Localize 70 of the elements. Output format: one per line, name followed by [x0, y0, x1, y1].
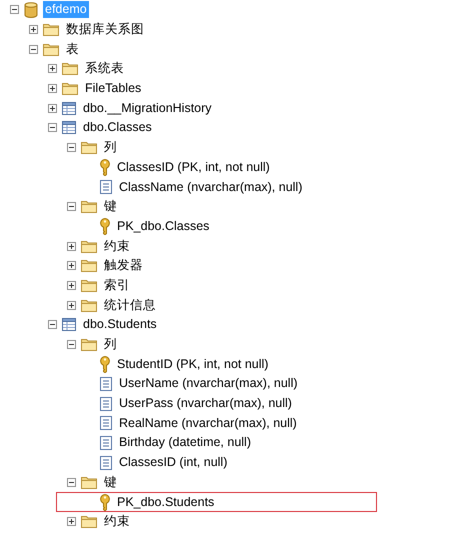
collapse-icon[interactable]	[10, 5, 19, 14]
key-icon	[100, 158, 110, 176]
database-icon	[24, 2, 38, 18]
folder-icon	[81, 278, 97, 292]
key-icon	[100, 494, 110, 511]
tree-item[interactable]: Birthday (datetime, null)	[117, 434, 254, 452]
tree-item[interactable]: StudentID (PK, int, not null)	[115, 356, 270, 373]
tree-item[interactable]: 触发器	[102, 257, 145, 274]
column-icon	[100, 436, 112, 450]
folder-icon	[62, 82, 78, 96]
expand-icon[interactable]	[67, 517, 76, 526]
expand-icon[interactable]	[67, 242, 76, 251]
table-icon	[62, 121, 76, 134]
collapse-icon[interactable]	[67, 202, 76, 212]
collapse-icon[interactable]	[29, 44, 38, 54]
tree-item[interactable]: 数据库关系图	[64, 21, 146, 38]
tree-item[interactable]: UserPass (nvarchar(max), null)	[117, 395, 294, 412]
column-icon	[100, 396, 112, 411]
tree-item[interactable]: 列	[102, 336, 119, 354]
folder-icon	[81, 240, 97, 253]
collapse-icon[interactable]	[67, 143, 76, 152]
expand-icon[interactable]	[48, 104, 57, 113]
folder-icon	[81, 298, 97, 312]
tree-item[interactable]: 键	[102, 474, 119, 491]
tree-item[interactable]: dbo.Classes	[81, 119, 154, 136]
tree-item[interactable]: ClassesID (int, null)	[117, 454, 230, 472]
expand-icon[interactable]	[67, 280, 76, 290]
table-icon	[62, 318, 76, 332]
folder-icon	[43, 23, 59, 36]
tree-item[interactable]: dbo.__MigrationHistory	[81, 100, 214, 117]
column-icon	[100, 180, 112, 194]
tree-item[interactable]: 统计信息	[102, 296, 158, 314]
collapse-icon[interactable]	[48, 123, 57, 132]
tree-item[interactable]: 表	[64, 40, 81, 58]
folder-icon	[43, 42, 59, 56]
folder-icon	[81, 141, 97, 154]
tree-item[interactable]: 系统表	[83, 60, 126, 78]
collapse-icon[interactable]	[67, 340, 76, 350]
tree-item[interactable]: ClassesID (PK, int, not null)	[115, 158, 272, 176]
table-icon	[62, 102, 76, 115]
folder-icon	[81, 200, 97, 214]
tree-item[interactable]: 键	[102, 198, 119, 216]
expand-icon[interactable]	[48, 64, 57, 74]
tree-item[interactable]: 索引	[102, 276, 132, 294]
tree-item[interactable]: ClassName (nvarchar(max), null)	[117, 178, 304, 196]
collapse-icon[interactable]	[67, 478, 76, 487]
key-icon	[100, 356, 110, 373]
tree-item[interactable]: dbo.Students	[81, 316, 159, 334]
folder-icon	[81, 338, 97, 352]
tree-item[interactable]: FileTables	[83, 80, 144, 98]
column-icon	[100, 416, 112, 430]
key-icon	[100, 218, 110, 235]
tree-item[interactable]: 约束	[102, 238, 132, 255]
tree-item[interactable]: 约束	[102, 513, 132, 530]
tree-item[interactable]: 列	[102, 139, 119, 156]
tree-item[interactable]: RealName (nvarchar(max), null)	[117, 414, 299, 432]
folder-icon	[81, 476, 97, 489]
folder-icon	[81, 515, 97, 528]
column-icon	[100, 376, 112, 391]
expand-icon[interactable]	[48, 84, 57, 94]
folder-icon	[62, 62, 78, 76]
expand-icon[interactable]	[29, 25, 38, 34]
tree-item[interactable]: UserName (nvarchar(max), null)	[117, 375, 300, 392]
expand-icon[interactable]	[67, 261, 76, 270]
tree-item[interactable]: PK_dbo.Classes	[115, 218, 212, 235]
folder-icon	[81, 259, 97, 272]
collapse-icon[interactable]	[48, 320, 57, 330]
expand-icon[interactable]	[67, 300, 76, 310]
column-icon	[100, 456, 112, 470]
tree-item[interactable]: PK_dbo.Students	[115, 494, 216, 511]
